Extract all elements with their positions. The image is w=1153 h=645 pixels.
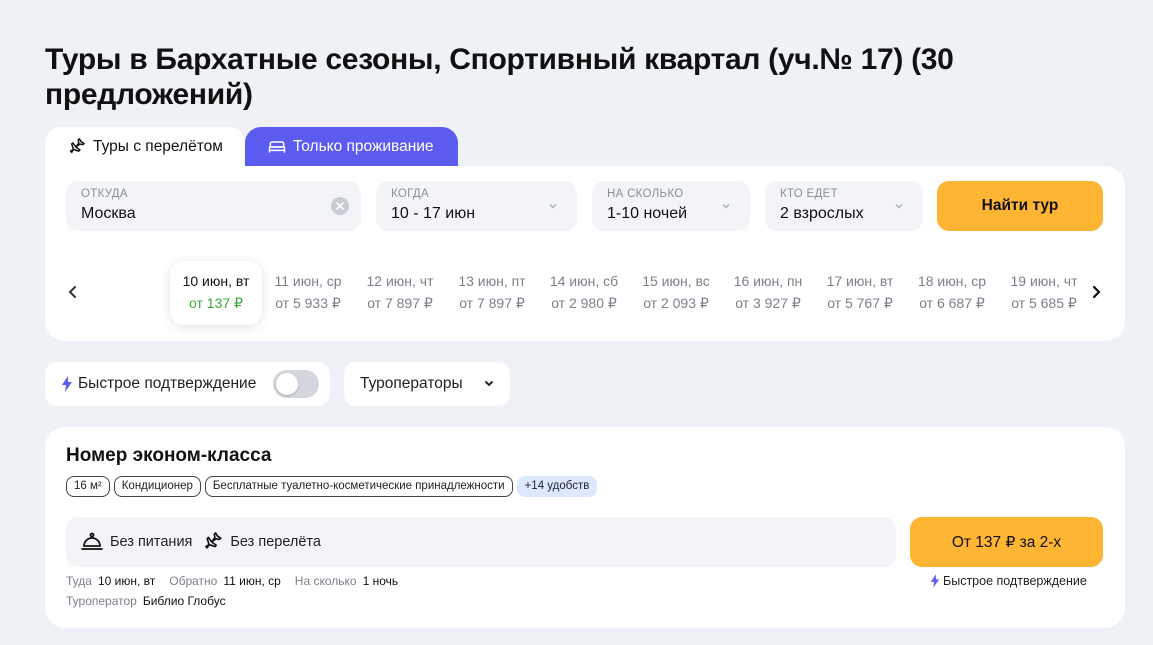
tab-stay-only-label: Только проживание (293, 138, 434, 155)
date-option-date: 11 июн, ср (274, 273, 342, 289)
nights-field-value: 1-10 ночей (607, 205, 688, 222)
bed-icon (268, 141, 286, 153)
date-option-price: от 2 980 ₽ (551, 295, 617, 311)
date-option-price: от 3 927 ₽ (735, 295, 801, 311)
there-label: Туда (66, 574, 92, 588)
tour-operators-label: Туроператоры (360, 375, 463, 392)
operator-line: Туроператор Библио Глобус (66, 594, 240, 608)
date-option-date: 16 июн, пн (733, 273, 803, 289)
quick-confirm-note-text: Быстрое подтверждение (943, 574, 1087, 588)
date-option[interactable]: 16 июн, пн от 3 927 ₽ (722, 261, 814, 325)
dates-field-value: 10 - 17 июн (391, 205, 476, 222)
quick-confirm-toggle[interactable] (273, 370, 319, 398)
room-title: Номер эконом-класса (66, 445, 272, 466)
date-option-price: от 7 897 ₽ (459, 295, 525, 311)
travelers-field[interactable]: КТО ЕДЕТ 2 взрослых (765, 181, 923, 231)
dates-field[interactable]: КОГДА 10 - 17 июн (376, 181, 577, 231)
back-value: 11 июн, ср (223, 574, 281, 588)
date-option-date: 19 июн, чт (1010, 273, 1078, 289)
search-panel: ОТКУДА Москва КОГДА 10 - 17 июн НА СКОЛЬ… (45, 166, 1125, 341)
tab-stay-only[interactable]: Только проживание (245, 127, 458, 167)
from-field-label: ОТКУДА (81, 188, 128, 200)
page-title: Туры в Бархатные сезоны, Спортивный квар… (45, 43, 954, 111)
amenity-chip: 16 м² (66, 476, 110, 497)
chevron-down-icon (722, 203, 730, 209)
operator-value: Библио Глобус (142, 594, 226, 608)
date-option-date: 10 июн, вт (182, 273, 250, 289)
date-option[interactable]: 10 июн, вт от 137 ₽ (170, 261, 262, 325)
amenity-chip: Кондиционер (113, 476, 201, 497)
room-options: Без питания Без перелёта (66, 517, 896, 567)
lightning-icon (62, 376, 72, 392)
duration-label: На сколько (294, 574, 357, 588)
from-field-value: Москва (81, 205, 136, 222)
nights-field[interactable]: НА СКОЛЬКО 1-10 ночей (592, 181, 750, 231)
travelers-field-value: 2 взрослых (780, 205, 864, 222)
date-option[interactable]: 11 июн, ср от 5 933 ₽ (262, 261, 354, 325)
lightning-icon (930, 574, 940, 588)
travelers-field-label: КТО ЕДЕТ (780, 188, 838, 200)
chevron-down-icon (549, 203, 557, 209)
nights-field-label: НА СКОЛЬКО (607, 188, 684, 200)
more-amenities-chip[interactable]: +14 удобств (516, 476, 598, 497)
date-option-date: 15 июн, вс (642, 273, 710, 289)
tour-operators-dropdown[interactable]: Туроператоры (344, 362, 510, 406)
from-field[interactable]: ОТКУДА Москва (66, 181, 361, 231)
date-option-date: 14 июн, сб (549, 273, 619, 289)
amenity-chip: Бесплатные туалетно-косметические принад… (204, 476, 513, 497)
date-option-price: от 5 933 ₽ (275, 295, 341, 311)
cloche-icon (81, 532, 103, 550)
operator-label: Туроператор (66, 594, 137, 608)
chevron-right-icon[interactable] (1090, 285, 1102, 299)
quick-confirm-note: Быстрое подтверждение (930, 574, 1087, 588)
dates-field-label: КОГДА (391, 188, 429, 200)
date-option-price: от 6 687 ₽ (919, 295, 985, 311)
date-option-date: 17 июн, вт (826, 273, 894, 289)
toggle-knob (276, 373, 298, 395)
date-option[interactable]: 17 июн, вт от 5 767 ₽ (814, 261, 906, 325)
date-option-price: от 2 093 ₽ (643, 295, 709, 311)
plane-off-icon (205, 532, 223, 549)
back-label: Обратно (169, 574, 218, 588)
date-option[interactable]: 18 июн, ср от 6 687 ₽ (906, 261, 998, 325)
chevron-left-icon[interactable] (67, 285, 79, 299)
date-option-price: от 5 767 ₽ (827, 295, 893, 311)
search-tabs: Туры с перелётом Только проживание (45, 127, 458, 167)
plane-icon (69, 138, 85, 154)
chevron-down-icon (895, 203, 903, 209)
meal-label: Без питания (110, 534, 193, 550)
date-option-price: от 7 897 ₽ (367, 295, 433, 311)
date-carousel: 10 июн, вт от 137 ₽ 11 июн, ср от 5 933 ₽ 12… (170, 261, 1080, 325)
clear-icon[interactable] (331, 197, 349, 215)
flight-label: Без перелёта (230, 534, 321, 550)
tab-tours-with-flight[interactable]: Туры с перелётом (45, 127, 245, 167)
date-option-date: 13 июн, пт (458, 273, 526, 289)
there-value: 10 июн, вт (97, 574, 156, 588)
chevron-down-icon (485, 381, 493, 387)
trip-dates-line: Туда 10 июн, вт Обратно 11 июн, ср На ск… (66, 574, 412, 588)
date-option-price: от 5 685 ₽ (1011, 295, 1077, 311)
find-tour-button[interactable]: Найти тур (937, 181, 1103, 231)
date-option[interactable]: 14 июн, сб от 2 980 ₽ (538, 261, 630, 325)
date-option-date: 12 июн, чт (366, 273, 434, 289)
quick-confirm-label: Быстрое подтверждение (78, 375, 257, 392)
date-option-price: от 137 ₽ (189, 295, 243, 311)
quick-confirm-filter: Быстрое подтверждение (45, 362, 330, 406)
room-amenities: 16 м² Кондиционер Бесплатные туалетно-ко… (66, 476, 601, 497)
date-option[interactable]: 15 июн, вс от 2 093 ₽ (630, 261, 722, 325)
price-button[interactable]: От 137 ₽ за 2-х (910, 517, 1103, 567)
date-option-date: 18 июн, ср (917, 273, 987, 289)
room-card: Номер эконом-класса 16 м² Кондиционер Бе… (45, 427, 1125, 628)
date-option[interactable]: 19 июн, чт от 5 685 ₽ (998, 261, 1090, 325)
tab-tours-with-flight-label: Туры с перелётом (93, 138, 223, 155)
date-option[interactable]: 13 июн, пт от 7 897 ₽ (446, 261, 538, 325)
duration-value: 1 ночь (362, 574, 399, 588)
date-option[interactable]: 12 июн, чт от 7 897 ₽ (354, 261, 446, 325)
